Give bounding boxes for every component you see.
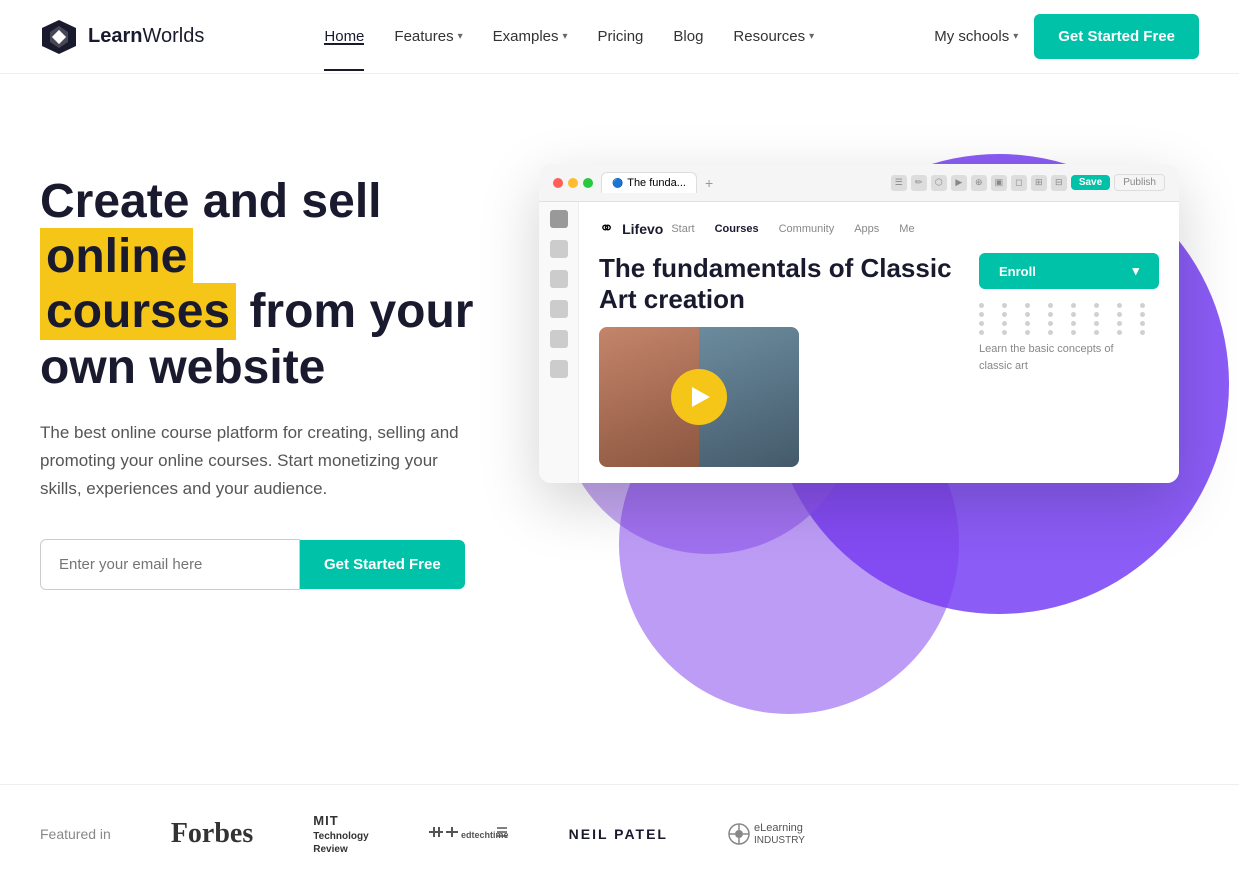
hero-content: Create and sell online courses from your… xyxy=(40,134,520,590)
hero-highlight-courses: courses xyxy=(40,283,236,340)
course-preview: ⚭ Lifevo Start Courses Community Apps Me xyxy=(579,202,1179,483)
my-schools-button[interactable]: My schools ▾ xyxy=(934,28,1018,45)
sidebar-icon-2[interactable] xyxy=(550,240,568,258)
sidebar-icon-4[interactable] xyxy=(550,300,568,318)
toolbar-icon-4[interactable]: ▶ xyxy=(951,175,967,191)
nav-features[interactable]: Features ▾ xyxy=(394,28,462,45)
play-triangle-icon xyxy=(692,387,710,407)
save-button[interactable]: Save xyxy=(1071,175,1110,190)
hero-mockup-container: 🔵 The funda... + ☰ ✏ ⬡ ▶ ⊕ ▣ ◻ ⊞ xyxy=(539,134,1199,654)
mit-logo: MIT Technology Review xyxy=(313,813,368,856)
toolbar-icon-6[interactable]: ▣ xyxy=(991,175,1007,191)
featured-label: Featured in xyxy=(40,826,111,842)
examples-chevron-icon: ▾ xyxy=(563,31,568,42)
hero-highlight-online: online xyxy=(40,228,193,285)
course-content-area: The fundamentals of Classic Art creation xyxy=(599,253,1159,467)
course-info-left: The fundamentals of Classic Art creation xyxy=(599,253,963,467)
logo[interactable]: LearnWorlds xyxy=(40,18,204,56)
navbar: LearnWorlds Home Features ▾ Examples ▾ P… xyxy=(0,0,1239,74)
myschools-chevron-icon: ▾ xyxy=(1013,31,1018,42)
edtechtimes-logo: edtechtimes xyxy=(429,823,509,845)
nav-right: My schools ▾ Get Started Free xyxy=(934,14,1199,59)
browser-mockup: 🔵 The funda... + ☰ ✏ ⬡ ▶ ⊕ ▣ ◻ ⊞ xyxy=(539,164,1179,483)
hero-signup-form: Get Started Free xyxy=(40,539,520,590)
hero-cta-button[interactable]: Get Started Free xyxy=(300,540,465,589)
dots-decoration xyxy=(979,303,1159,335)
course-title: The fundamentals of Classic Art creation xyxy=(599,253,963,315)
course-nav-me[interactable]: Me xyxy=(899,223,914,235)
hero-description: The best online course platform for crea… xyxy=(40,419,480,503)
course-info-right: Enroll ▾ Learn the bas xyxy=(979,253,1159,467)
course-nav-apps[interactable]: Apps xyxy=(854,223,879,235)
logo-text: LearnWorlds xyxy=(88,25,204,48)
nav-home[interactable]: Home xyxy=(324,28,364,45)
browser-tab[interactable]: 🔵 The funda... xyxy=(601,172,697,193)
browser-dots xyxy=(553,178,593,188)
browser-toolbar: 🔵 The funda... + ☰ ✏ ⬡ ▶ ⊕ ▣ ◻ ⊞ xyxy=(539,164,1179,202)
sidebar-icon-5[interactable] xyxy=(550,330,568,348)
course-nav-community[interactable]: Community xyxy=(779,223,835,235)
nav-pricing[interactable]: Pricing xyxy=(598,28,644,45)
elearning-icon xyxy=(728,823,750,845)
new-tab-icon[interactable]: + xyxy=(705,175,713,191)
edtechtimes-svg: edtechtimes xyxy=(429,823,509,845)
close-dot xyxy=(553,178,563,188)
resources-chevron-icon: ▾ xyxy=(809,31,814,42)
hero-section: Create and sell online courses from your… xyxy=(0,74,1239,724)
neilpatel-logo: NEIL PATEL xyxy=(569,826,668,842)
video-thumbnail[interactable] xyxy=(599,327,799,467)
course-logo-icon: ⚭ xyxy=(599,218,614,239)
toolbar-icon-9[interactable]: ⊟ xyxy=(1051,175,1067,191)
nav-examples[interactable]: Examples ▾ xyxy=(493,28,568,45)
features-chevron-icon: ▾ xyxy=(458,31,463,42)
nav-resources[interactable]: Resources ▾ xyxy=(733,28,814,45)
course-nav: Start Courses Community Apps Me xyxy=(671,223,914,235)
expand-dot xyxy=(583,178,593,188)
play-button[interactable] xyxy=(671,369,727,425)
forbes-logo: Forbes xyxy=(171,818,253,850)
nav-home-wrapper: Home xyxy=(324,28,364,45)
nav-blog[interactable]: Blog xyxy=(673,28,703,45)
sidebar-icon-6[interactable] xyxy=(550,360,568,378)
toolbar-icon-3[interactable]: ⬡ xyxy=(931,175,947,191)
hero-visual: 🔵 The funda... + ☰ ✏ ⬡ ▶ ⊕ ▣ ◻ ⊞ xyxy=(520,134,1199,654)
browser-body: ⚭ Lifevo Start Courses Community Apps Me xyxy=(539,202,1179,483)
enroll-button[interactable]: Enroll ▾ xyxy=(979,253,1159,289)
logos-row: Forbes MIT Technology Review edtechtimes… xyxy=(171,813,1199,856)
sidebar-icon-1[interactable] xyxy=(550,210,568,228)
toolbar-icon-1[interactable]: ☰ xyxy=(891,175,907,191)
toolbar-icon-2[interactable]: ✏ xyxy=(911,175,927,191)
course-description-small: Learn the basic concepts of classic art xyxy=(979,341,1139,374)
toolbar-icon-8[interactable]: ⊞ xyxy=(1031,175,1047,191)
nav-links: Home Features ▾ Examples ▾ Pricing Blog … xyxy=(324,28,814,45)
course-header: ⚭ Lifevo Start Courses Community Apps Me xyxy=(599,218,1159,239)
minimize-dot xyxy=(568,178,578,188)
course-nav-start[interactable]: Start xyxy=(671,223,694,235)
elearning-logo: eLearningINDUSTRY xyxy=(728,822,805,846)
course-nav-courses[interactable]: Courses xyxy=(715,223,759,235)
logo-icon xyxy=(40,18,78,56)
email-input[interactable] xyxy=(40,539,300,590)
toolbar-icon-7[interactable]: ◻ xyxy=(1011,175,1027,191)
course-logo-text: Lifevo xyxy=(622,221,663,237)
enroll-chevron-icon: ▾ xyxy=(1132,263,1139,279)
toolbar-icon-5[interactable]: ⊕ xyxy=(971,175,987,191)
preview-button[interactable]: Publish xyxy=(1114,174,1165,191)
sidebar-icon-3[interactable] xyxy=(550,270,568,288)
editor-toolbar: ☰ ✏ ⬡ ▶ ⊕ ▣ ◻ ⊞ ⊟ Save Publish xyxy=(891,174,1165,191)
hero-title: Create and sell online courses from your… xyxy=(40,174,520,395)
nav-cta-button[interactable]: Get Started Free xyxy=(1034,14,1199,59)
editor-sidebar xyxy=(539,202,579,483)
